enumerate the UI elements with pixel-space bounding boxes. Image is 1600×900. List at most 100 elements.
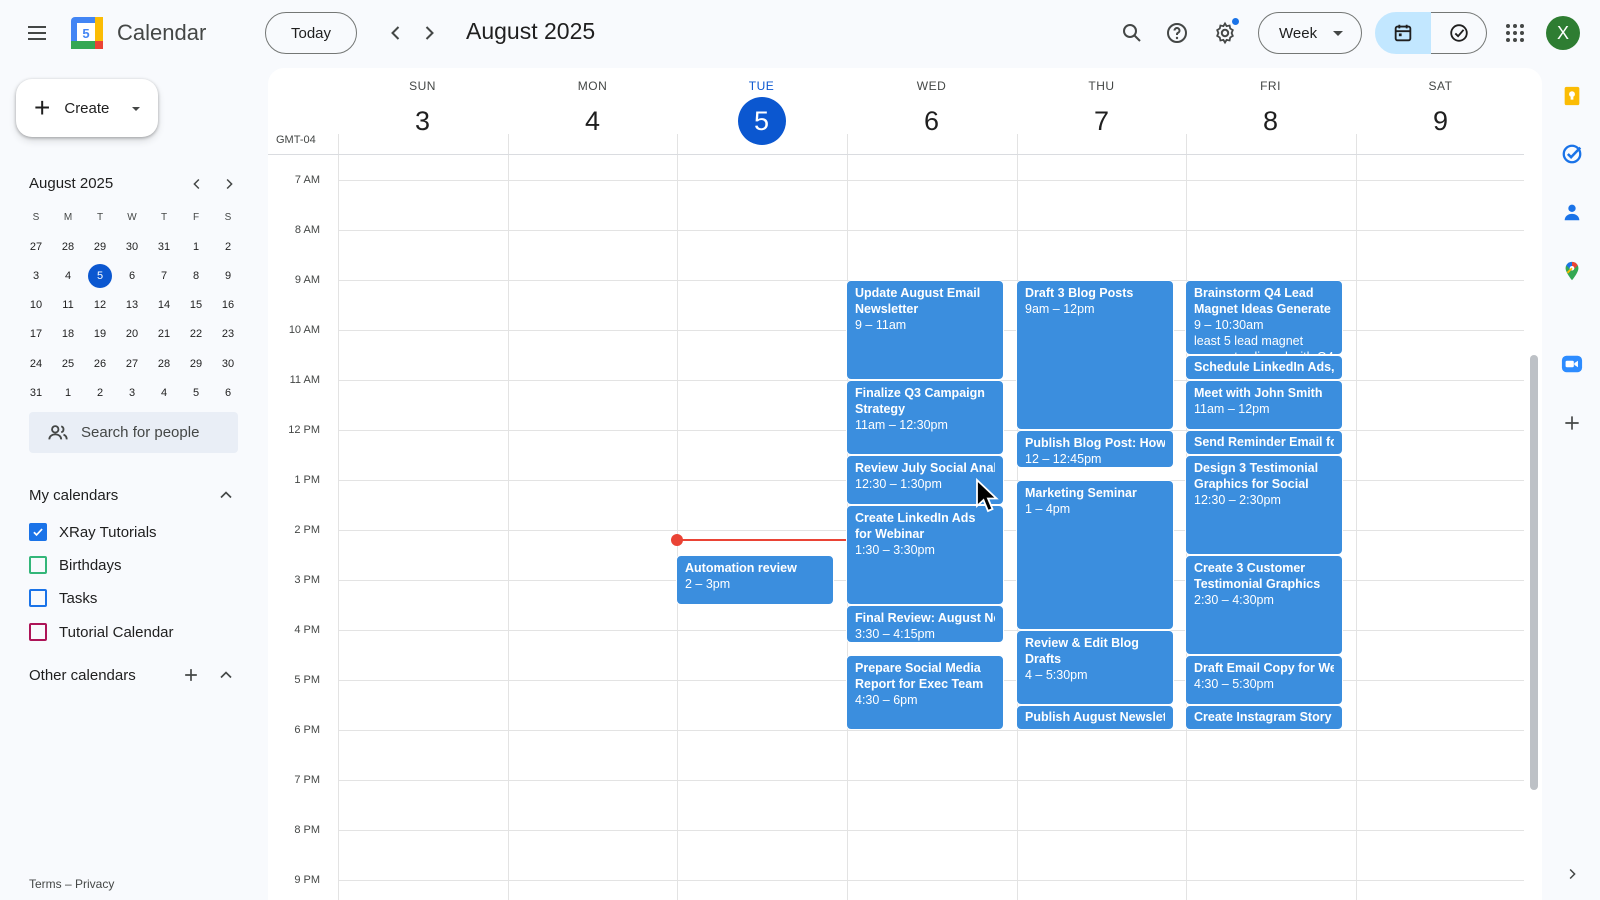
mini-calendar-day[interactable]: 21: [148, 328, 180, 340]
my-calendars-title[interactable]: My calendars: [29, 487, 118, 504]
contacts-icon[interactable]: [1560, 200, 1584, 224]
day-header-wed[interactable]: WED 6: [847, 68, 1016, 152]
mini-calendar-day[interactable]: 4: [52, 270, 84, 282]
mini-calendar-day[interactable]: 28: [148, 358, 180, 370]
day-header-date[interactable]: 4: [569, 97, 617, 145]
day-header-sat[interactable]: SAT 9: [1356, 68, 1525, 152]
mini-calendar-day[interactable]: 29: [84, 241, 116, 253]
mini-calendar-day[interactable]: 5: [180, 387, 212, 399]
day-header-date[interactable]: 3: [399, 97, 447, 145]
day-header-tue[interactable]: TUE 5: [677, 68, 846, 152]
mini-calendar-day[interactable]: 6: [116, 270, 148, 282]
mini-calendar-day[interactable]: 8: [180, 270, 212, 282]
account-avatar[interactable]: X: [1546, 16, 1580, 50]
day-header-mon[interactable]: MON 4: [508, 68, 677, 152]
day-header-date[interactable]: 5: [737, 97, 786, 145]
day-header-date[interactable]: 8: [1247, 97, 1295, 145]
add-on-plus-icon[interactable]: [1560, 411, 1584, 435]
day-header-date[interactable]: 7: [1078, 97, 1126, 145]
mini-calendar-day[interactable]: 6: [212, 387, 244, 399]
event-review-edit-blog-drafts[interactable]: Review & Edit Blog Drafts 4 – 5:30pm: [1016, 630, 1174, 705]
day-header-date[interactable]: 6: [908, 97, 956, 145]
mini-calendar-day[interactable]: 28: [52, 241, 84, 253]
mini-calendar-next-button[interactable]: [215, 170, 243, 198]
mini-calendar-day[interactable]: 22: [180, 328, 212, 340]
event-update-august-email-newsletter[interactable]: Update August Email Newsletter 9 – 11am: [846, 280, 1004, 380]
mini-calendar-day[interactable]: 25: [52, 358, 84, 370]
mini-calendar-day[interactable]: 2: [212, 241, 244, 253]
day-header-sun[interactable]: SUN 3: [338, 68, 507, 152]
mini-calendar-day[interactable]: 12: [84, 299, 116, 311]
calendar-item-xray-tutorials[interactable]: XRay Tutorials: [29, 520, 157, 544]
search-people-input[interactable]: Search for people: [29, 412, 238, 453]
calendar-item-tutorial-calendar[interactable]: Tutorial Calendar: [29, 620, 174, 644]
mini-calendar-day[interactable]: 1: [52, 387, 84, 399]
mini-calendar-day[interactable]: 24: [20, 358, 52, 370]
zoom-video-icon[interactable]: [1560, 352, 1584, 376]
checkbox-checked[interactable]: [29, 523, 47, 541]
mini-calendar-day[interactable]: 27: [20, 241, 52, 253]
event-final-review-august-newsletter[interactable]: Final Review: August Newsletter 3:30 – 4…: [846, 605, 1004, 643]
checkbox-unchecked[interactable]: [29, 623, 47, 641]
mini-calendar-prev-button[interactable]: [183, 170, 211, 198]
event-publish-august-newsletter[interactable]: Publish August Newsletter: [1016, 705, 1174, 730]
event-create-linkedin-ads-for-webinar[interactable]: Create LinkedIn Ads for Webinar 1:30 – 3…: [846, 505, 1004, 605]
search-button[interactable]: [1112, 13, 1152, 53]
calendar-view-toggle[interactable]: [1375, 12, 1431, 54]
collapse-other-calendars-button[interactable]: [214, 663, 238, 687]
mini-calendar-day[interactable]: 5: [84, 263, 116, 288]
mini-calendar-day[interactable]: 4: [148, 387, 180, 399]
mini-calendar-day[interactable]: 26: [84, 358, 116, 370]
calendar-item-tasks[interactable]: Tasks: [29, 586, 97, 610]
tasks-icon[interactable]: [1560, 142, 1584, 166]
event-meet-with-john-smith[interactable]: Meet with John Smith 11am – 12pm: [1185, 380, 1343, 430]
event-design-3-testimonial-graphics[interactable]: Design 3 Testimonial Graphics for Social…: [1185, 455, 1343, 555]
event-finalize-q3-campaign-strategy[interactable]: Finalize Q3 Campaign Strategy 11am – 12:…: [846, 380, 1004, 455]
event-brainstorm-q4-lead-magnet[interactable]: Brainstorm Q4 Lead Magnet Ideas Generate…: [1185, 280, 1343, 355]
mini-calendar-day[interactable]: 1: [180, 241, 212, 253]
mini-calendar-day[interactable]: 17: [20, 328, 52, 340]
apps-launcher-button[interactable]: [1495, 13, 1535, 53]
day-header-thu[interactable]: THU 7: [1017, 68, 1186, 152]
mini-calendar-day[interactable]: 29: [180, 358, 212, 370]
mini-calendar-day[interactable]: 10: [20, 299, 52, 311]
event-send-reminder-email[interactable]: Send Reminder Email for: [1185, 430, 1343, 455]
mini-calendar-day[interactable]: 20: [116, 328, 148, 340]
maps-icon[interactable]: [1560, 259, 1584, 283]
day-header-date[interactable]: 9: [1417, 97, 1465, 145]
collapse-my-calendars-button[interactable]: [214, 483, 238, 507]
event-schedule-linkedin-ads[interactable]: Schedule LinkedIn Ads, 1: [1185, 355, 1343, 380]
mini-calendar-day[interactable]: 30: [116, 241, 148, 253]
mini-calendar-day[interactable]: 14: [148, 299, 180, 311]
mini-calendar-day[interactable]: 16: [212, 299, 244, 311]
event-marketing-seminar[interactable]: Marketing Seminar 1 – 4pm: [1016, 480, 1174, 630]
main-menu-icon[interactable]: [17, 13, 57, 53]
event-create-instagram-story[interactable]: Create Instagram Story f: [1185, 705, 1343, 730]
mini-calendar-day[interactable]: 27: [116, 358, 148, 370]
mini-calendar-day[interactable]: 31: [148, 241, 180, 253]
create-button[interactable]: + Create: [16, 79, 158, 137]
terms-privacy-links[interactable]: Terms – Privacy: [29, 877, 114, 891]
mini-calendar-day[interactable]: 3: [20, 270, 52, 282]
event-draft-email-copy[interactable]: Draft Email Copy for Web 4:30 – 5:30pm: [1185, 655, 1343, 705]
checkbox-unchecked[interactable]: [29, 589, 47, 607]
event-automation-review[interactable]: Automation review 2 – 3pm: [676, 555, 834, 605]
tasks-view-toggle[interactable]: [1431, 12, 1487, 54]
mini-calendar-day[interactable]: 9: [212, 270, 244, 282]
mini-calendar-day[interactable]: 15: [180, 299, 212, 311]
time-grid[interactable]: 7 AM 8 AM 9 AM 10 AM 11 AM 12 PM 1 PM 2 …: [268, 154, 1524, 900]
event-create-3-customer-testimonial-graphics[interactable]: Create 3 Customer Testimonial Graphics 2…: [1185, 555, 1343, 655]
add-other-calendar-button[interactable]: [179, 663, 203, 687]
mini-calendar-day[interactable]: 19: [84, 328, 116, 340]
settings-button[interactable]: [1205, 13, 1245, 53]
keep-icon[interactable]: [1560, 84, 1584, 108]
mini-calendar-day[interactable]: 31: [20, 387, 52, 399]
event-prepare-social-media-report[interactable]: Prepare Social Media Report for Exec Tea…: [846, 655, 1004, 730]
other-calendars-title[interactable]: Other calendars: [29, 667, 136, 684]
mini-calendar-day[interactable]: 3: [116, 387, 148, 399]
mini-calendar-day[interactable]: 2: [84, 387, 116, 399]
calendar-item-birthdays[interactable]: Birthdays: [29, 553, 122, 577]
next-week-button[interactable]: [409, 13, 449, 53]
mini-calendar-day[interactable]: 18: [52, 328, 84, 340]
event-publish-blog-post[interactable]: Publish Blog Post: How to 12 – 12:45pm: [1016, 430, 1174, 468]
